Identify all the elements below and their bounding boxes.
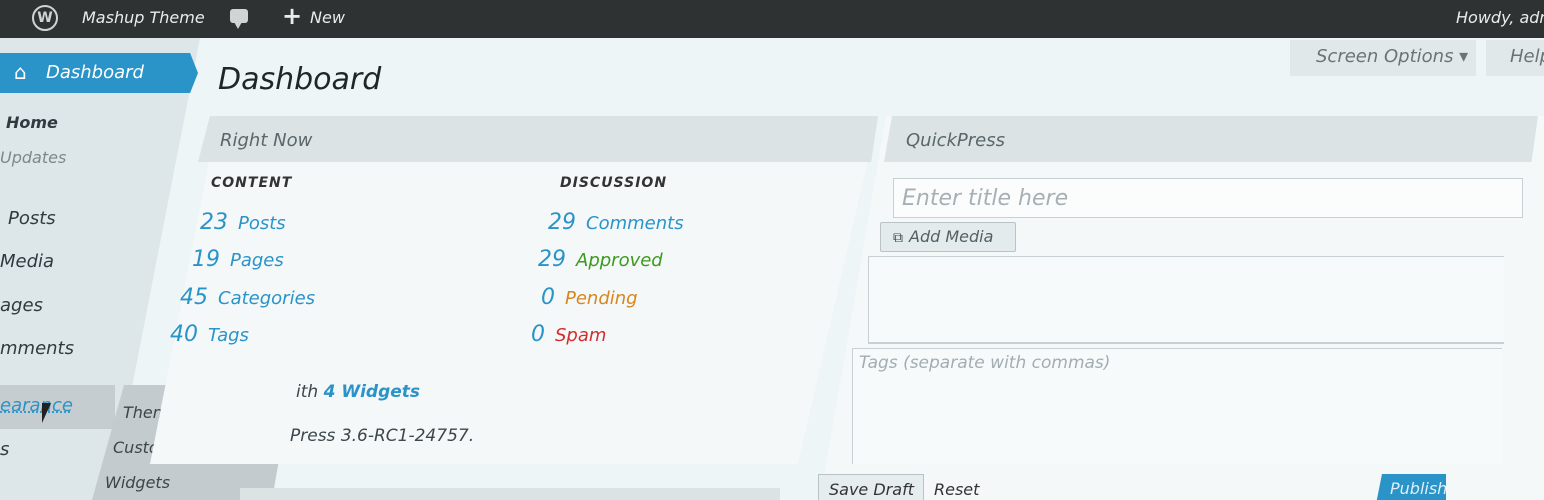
stat-approved[interactable]: 29 Approved	[538, 247, 663, 272]
sidebar-item-plugins[interactable]: s	[0, 439, 9, 460]
stat-label: Tags	[208, 325, 249, 346]
stat-count: 0	[541, 285, 555, 310]
new-content-link[interactable]: New	[310, 8, 345, 27]
post-title-input[interactable]	[893, 178, 1523, 218]
widgets-link[interactable]: 4 Widgets	[324, 382, 420, 402]
tags-placeholder: Tags (separate with commas)	[859, 353, 1111, 373]
post-content-textarea[interactable]	[868, 256, 1504, 344]
stat-count: 40	[170, 322, 198, 347]
flyout-item-widgets[interactable]: Widgets	[105, 473, 170, 492]
widgets-prefix: ith	[296, 382, 319, 402]
stat-label: Comments	[586, 213, 684, 234]
stat-count: 19	[192, 247, 220, 272]
stat-pending[interactable]: 0 Pending	[541, 285, 638, 310]
widgets-text: ith 4 Widgets	[296, 382, 420, 402]
stat-count: 29	[548, 210, 576, 235]
next-panel-header[interactable]	[240, 488, 780, 500]
admin-bar: W Mashup Theme + New Howdy, adm	[0, 0, 1544, 38]
sidebar-item-label: Dashboard	[46, 62, 144, 83]
stat-pages[interactable]: 19 Pages	[192, 247, 284, 272]
sidebar-item-appearance[interactable]: earance	[0, 395, 73, 416]
discussion-heading: DISCUSSION	[560, 175, 668, 191]
howdy-user-link[interactable]: Howdy, adm	[1456, 8, 1544, 27]
publish-label: Publish	[1390, 479, 1446, 498]
sidebar-item-dashboard[interactable]: ⌂ Dashboard	[0, 53, 198, 93]
stat-count: 29	[538, 247, 566, 272]
stat-comments[interactable]: 29 Comments	[548, 210, 684, 235]
wordpress-logo-icon[interactable]: W	[32, 5, 58, 31]
stat-spam[interactable]: 0 Spam	[531, 322, 606, 347]
sidebar-item-media[interactable]: Media	[0, 251, 54, 272]
comments-icon[interactable]	[230, 9, 248, 29]
version-text: Press 3.6-RC1-24757.	[290, 426, 475, 446]
add-media-button[interactable]: ⧉ Add Media	[880, 222, 1016, 252]
sidebar-item-comments[interactable]: mments	[0, 338, 74, 359]
save-draft-label: Save Draft	[829, 480, 914, 499]
stat-label: Posts	[238, 213, 286, 234]
tags-input[interactable]: Tags (separate with commas)	[852, 348, 1502, 464]
stat-label: Categories	[218, 288, 316, 309]
help-label: Help	[1510, 46, 1544, 67]
mouse-cursor-icon	[42, 403, 51, 423]
media-icon: ⧉	[893, 230, 903, 246]
stat-label: Pages	[230, 250, 284, 271]
submenu-updates[interactable]: Updates	[0, 148, 66, 167]
help-tab[interactable]: Help	[1486, 40, 1544, 76]
stat-count: 45	[180, 285, 208, 310]
stat-tags[interactable]: 40 Tags	[170, 322, 249, 347]
content-heading: CONTENT	[211, 175, 293, 191]
stat-label: Spam	[555, 325, 607, 346]
publish-button[interactable]: Publish	[1376, 474, 1446, 500]
stat-posts[interactable]: 23 Posts	[200, 210, 286, 235]
page-title: Dashboard	[218, 62, 382, 97]
save-draft-button[interactable]: Save Draft	[818, 474, 924, 500]
sidebar-item-pages[interactable]: ages	[0, 295, 43, 316]
plus-icon[interactable]: +	[282, 2, 302, 30]
add-media-label: Add Media	[909, 227, 994, 246]
quickpress-title: QuickPress	[906, 130, 1005, 151]
submenu-home[interactable]: Home	[6, 113, 58, 132]
stat-count: 23	[200, 210, 228, 235]
stat-label: Approved	[576, 250, 663, 271]
stat-categories[interactable]: 45 Categories	[180, 285, 315, 310]
sidebar-item-posts[interactable]: Posts	[8, 208, 56, 229]
reset-button[interactable]: Reset	[934, 480, 979, 499]
home-icon: ⌂	[14, 60, 27, 84]
screen-options-label: Screen Options ▾	[1316, 46, 1469, 67]
stat-label: Pending	[565, 288, 638, 309]
site-name-link[interactable]: Mashup Theme	[82, 8, 205, 27]
right-now-title: Right Now	[220, 130, 313, 151]
screen-options-tab[interactable]: Screen Options ▾	[1290, 40, 1476, 76]
stat-count: 0	[531, 322, 545, 347]
